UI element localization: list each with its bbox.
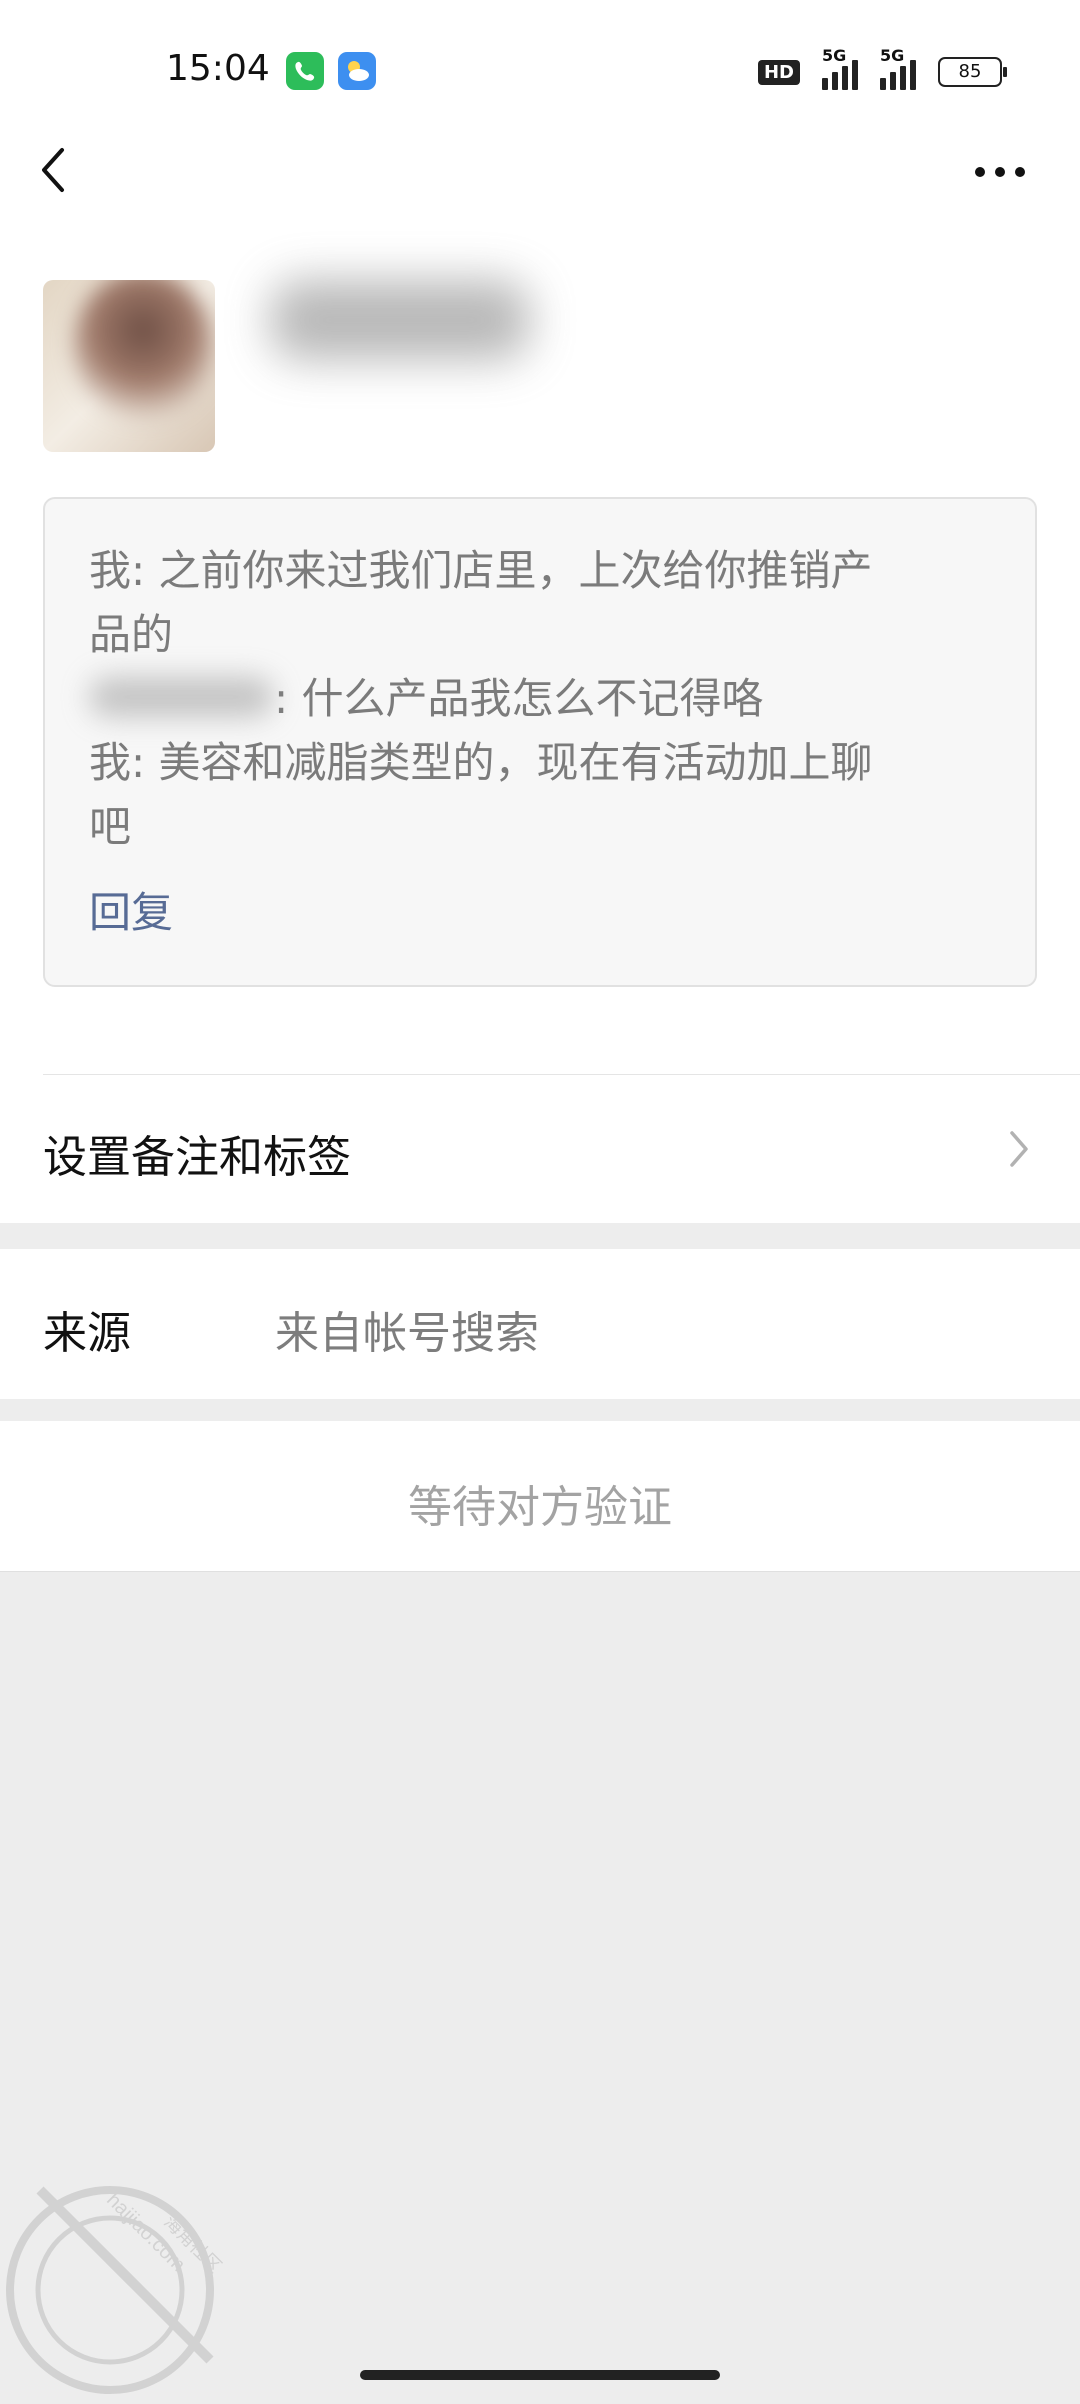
source-value: 来自帐号搜索	[275, 1308, 539, 1359]
battery-icon: 85	[938, 57, 1007, 87]
message-line-3-text: : 什么产品我怎么不记得咯	[274, 674, 764, 723]
source-label: 来源	[43, 1308, 131, 1359]
set-remark-and-tags-row[interactable]: 设置备注和标签	[0, 1075, 1080, 1223]
more-options-button[interactable]	[970, 152, 1030, 192]
message-line-5: 吧	[89, 802, 132, 851]
signal-2-label: 5G	[880, 46, 905, 65]
status-indicators: HD 5G 5G 85	[757, 46, 1007, 92]
cell-signal-1-icon: 5G	[822, 46, 858, 90]
hd-voice-badge: HD	[757, 59, 800, 85]
speaker-name-blurred	[89, 677, 274, 717]
signal-1-label: 5G	[822, 46, 847, 65]
cell-signal-2-icon: 5G	[880, 46, 916, 90]
section-gap	[0, 1223, 1080, 1249]
chevron-right-icon	[1010, 1131, 1028, 1167]
verification-message-card: 我: 之前你来过我们店里，上次给你推销产 品的 : 什么产品我怎么不记得咯 我:…	[43, 497, 1037, 987]
weather-app-icon	[338, 52, 376, 90]
status-bar: 15:04 HD 5G 5G 85	[0, 0, 1080, 140]
reply-link[interactable]: 回复	[89, 879, 173, 940]
phone-app-icon	[286, 52, 324, 90]
source-row: 来源 来自帐号搜索	[0, 1249, 1080, 1399]
message-line-1: 我: 之前你来过我们店里，上次给你推销产	[89, 546, 873, 595]
site-watermark: haijiao.com 海角社区	[0, 2170, 230, 2400]
more-dots-icon	[975, 167, 1025, 177]
remark-row-label: 设置备注和标签	[43, 1132, 351, 1183]
nickname-blurred	[270, 280, 530, 360]
avatar[interactable]	[43, 280, 215, 452]
message-line-2: 品的	[89, 610, 174, 659]
home-indicator[interactable]	[360, 2370, 720, 2380]
message-line-4: 我: 美容和减脂类型的，现在有活动加上聊	[89, 738, 873, 787]
pending-verification-label: 等待对方验证	[408, 1482, 672, 1533]
back-button[interactable]	[30, 140, 90, 200]
message-line-3: : 什么产品我怎么不记得咯	[89, 667, 991, 731]
chevron-left-icon	[42, 148, 64, 192]
pending-verification-row: 等待对方验证	[0, 1421, 1080, 1572]
section-gap	[0, 1399, 1080, 1421]
status-time: 15:04	[166, 48, 270, 89]
